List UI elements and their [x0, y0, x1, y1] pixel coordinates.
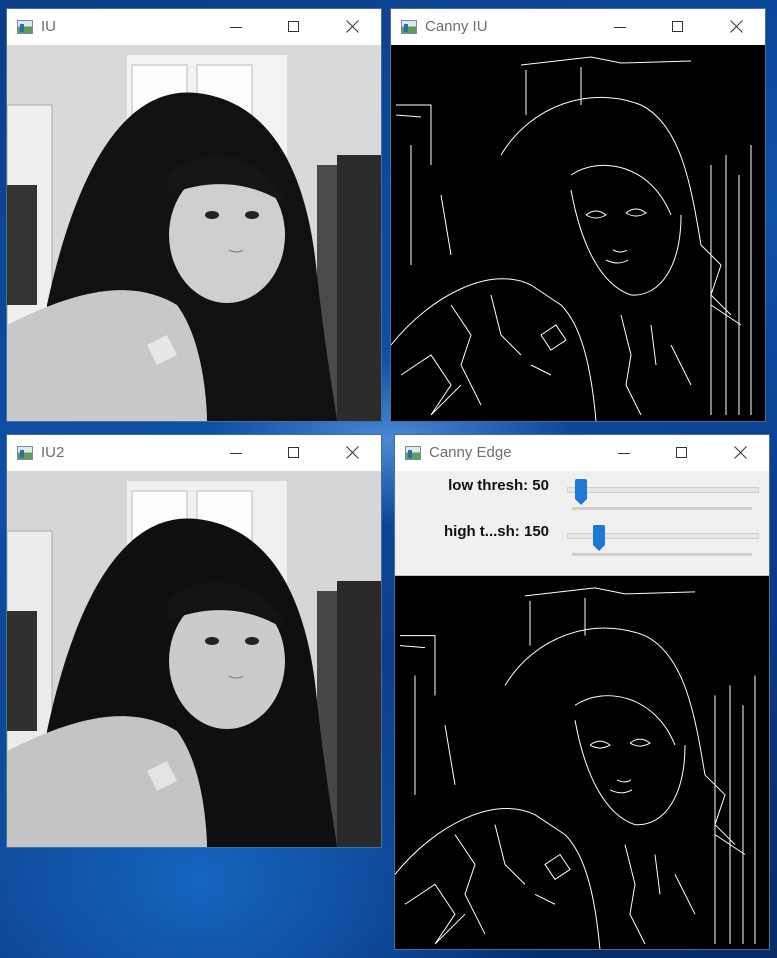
- image-view: [7, 471, 381, 847]
- app-icon: [405, 446, 421, 460]
- maximize-icon[interactable]: [667, 15, 691, 39]
- trackbar-panel: low thresh: 50 high t...sh: 150: [395, 471, 769, 576]
- window-title: IU: [41, 18, 56, 35]
- low-thresh-slider-base: [572, 507, 752, 510]
- window-title: Canny IU: [425, 18, 488, 35]
- window-iu[interactable]: IU: [6, 8, 382, 422]
- titlebar[interactable]: Canny Edge: [395, 435, 769, 471]
- minimize-icon[interactable]: [613, 441, 637, 465]
- titlebar[interactable]: IU: [7, 9, 381, 45]
- close-icon[interactable]: [729, 441, 753, 465]
- maximize-icon[interactable]: [283, 15, 307, 39]
- titlebar[interactable]: Canny IU: [391, 9, 765, 45]
- high-thresh-slider-base: [572, 553, 752, 556]
- low-thresh-slider[interactable]: [567, 487, 759, 493]
- image-view: [7, 45, 381, 421]
- grayscale-photo: [7, 45, 381, 421]
- canny-edge-image: [395, 576, 769, 949]
- low-thresh-label: low thresh: 50: [448, 477, 549, 494]
- maximize-icon[interactable]: [283, 441, 307, 465]
- titlebar[interactable]: IU2: [7, 435, 381, 471]
- window-title: Canny Edge: [429, 444, 512, 461]
- app-icon: [17, 20, 33, 34]
- high-thresh-thumb[interactable]: [593, 525, 605, 551]
- app-icon: [401, 20, 417, 34]
- minimize-icon[interactable]: [225, 15, 249, 39]
- minimize-icon[interactable]: [609, 15, 633, 39]
- canny-edge-image: [391, 45, 765, 421]
- app-icon: [17, 446, 33, 460]
- close-icon[interactable]: [341, 15, 365, 39]
- high-thresh-label: high t...sh: 150: [443, 523, 549, 540]
- image-view: [391, 45, 765, 421]
- minimize-icon[interactable]: [225, 441, 249, 465]
- window-title: IU2: [41, 444, 65, 461]
- window-iu2[interactable]: IU2: [6, 434, 382, 848]
- window-canny-iu[interactable]: Canny IU: [390, 8, 766, 422]
- grayscale-photo: [7, 471, 381, 847]
- low-thresh-thumb[interactable]: [575, 479, 587, 505]
- close-icon[interactable]: [725, 15, 749, 39]
- image-view: [395, 576, 769, 949]
- close-icon[interactable]: [341, 441, 365, 465]
- maximize-icon[interactable]: [671, 441, 695, 465]
- window-canny-edge[interactable]: Canny Edge low thresh: 50 high t...sh: 1…: [394, 434, 770, 950]
